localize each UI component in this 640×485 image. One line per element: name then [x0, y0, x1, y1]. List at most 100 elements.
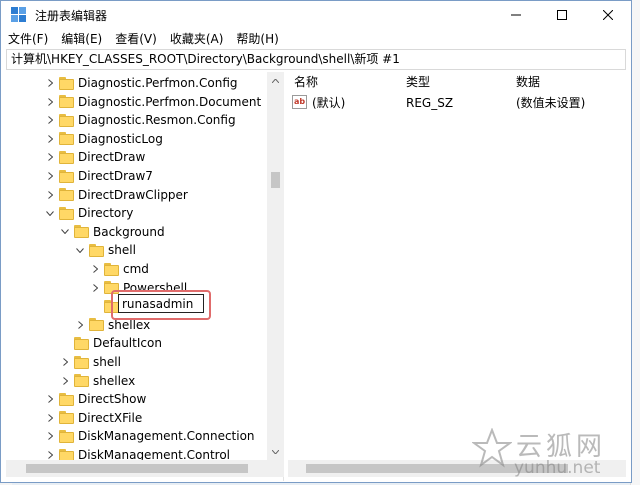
tree-hscroll-thumb[interactable]: [26, 464, 248, 473]
folder-icon: [74, 355, 89, 369]
maximize-icon: [557, 10, 567, 20]
no-expander: [59, 337, 71, 349]
chevron-right-icon[interactable]: [44, 393, 56, 405]
scroll-down-arrow-icon[interactable]: [267, 443, 284, 460]
minimize-button[interactable]: [493, 1, 539, 29]
maximize-button[interactable]: [539, 1, 585, 29]
chevron-right-icon[interactable]: [89, 282, 101, 294]
menu-view[interactable]: 查看(V): [108, 29, 163, 49]
menu-favorites[interactable]: 收藏夹(A): [163, 29, 230, 49]
address-bar[interactable]: 计算机\HKEY_CLASSES_ROOT\Directory\Backgrou…: [6, 49, 626, 70]
tree-item[interactable]: DirectDraw: [44, 148, 145, 166]
tree-item-label: shellex: [93, 373, 136, 388]
tree-item[interactable]: Directory: [44, 204, 133, 222]
folder-icon: [74, 336, 89, 350]
chevron-right-icon[interactable]: [44, 77, 56, 89]
star-logo-icon: [472, 428, 512, 468]
tree-item[interactable]: Diagnostic.Perfmon.Document: [44, 93, 261, 111]
close-button[interactable]: [585, 1, 631, 29]
folder-icon: [59, 429, 74, 443]
folder-icon: [59, 411, 74, 425]
chevron-right-icon[interactable]: [59, 356, 71, 368]
tree-item-label: Background: [93, 224, 165, 239]
key-rename-input[interactable]: [118, 294, 204, 313]
tree-item[interactable]: DirectDraw7: [44, 167, 153, 185]
tree-item[interactable]: DirectShow: [44, 390, 146, 408]
string-value-icon: ab: [292, 95, 307, 109]
tree-vertical-scrollbar[interactable]: [267, 72, 284, 460]
tree-item-label: cmd: [123, 262, 149, 276]
close-icon: [603, 10, 613, 20]
registry-app-icon: [11, 7, 27, 23]
chevron-right-icon[interactable]: [44, 189, 56, 201]
tree-item[interactable]: cmd: [89, 260, 149, 278]
value-name: (默认): [312, 96, 346, 110]
chevron-down-icon[interactable]: [59, 226, 71, 238]
folder-icon: [59, 76, 74, 90]
chevron-right-icon[interactable]: [89, 263, 101, 275]
folder-icon: [59, 150, 74, 164]
folder-icon: [59, 392, 74, 406]
tree-item[interactable]: Background: [59, 223, 165, 241]
title-bar[interactable]: 注册表编辑器: [1, 1, 631, 29]
tree-item[interactable]: DirectXFile: [44, 409, 142, 427]
column-header-name[interactable]: 名称: [294, 72, 318, 92]
watermark-en: yunhu.net: [514, 458, 601, 478]
folder-icon: [89, 318, 104, 332]
tree-item-label: Directory: [78, 206, 134, 221]
chevron-right-icon[interactable]: [44, 114, 56, 126]
folder-icon: [89, 243, 104, 257]
tree-item-label: DiskManagement.Connection: [78, 429, 255, 444]
folder-icon: [59, 113, 74, 127]
chevron-right-icon[interactable]: [44, 430, 56, 442]
chevron-right-icon[interactable]: [44, 170, 56, 182]
tree-item[interactable]: DefaultIcon: [59, 334, 162, 352]
folder-icon: [59, 188, 74, 202]
no-expander: [89, 300, 101, 312]
tree-item-label: Diagnostic.Resmon.Config: [78, 113, 236, 128]
chevron-right-icon[interactable]: [44, 96, 56, 108]
chevron-right-icon[interactable]: [74, 319, 86, 331]
chevron-down-icon[interactable]: [74, 244, 86, 256]
value-data: (数值未设置): [516, 96, 586, 110]
folder-icon: [74, 374, 89, 388]
tree-horizontal-scrollbar[interactable]: [6, 460, 284, 477]
column-header-type[interactable]: 类型: [406, 72, 430, 92]
tree-item-label: DiagnosticLog: [78, 131, 163, 146]
column-header-data[interactable]: 数据: [516, 72, 540, 92]
watermark: 云狐网 yunhu.net: [468, 424, 636, 482]
tree-item[interactable]: shell: [59, 353, 121, 371]
window-controls: [493, 1, 631, 29]
tree-item[interactable]: Diagnostic.Perfmon.Config: [44, 74, 238, 92]
chevron-right-icon[interactable]: [59, 375, 71, 387]
chevron-right-icon[interactable]: [44, 412, 56, 424]
value-row[interactable]: ab (默认) REG_SZ (数值未设置): [288, 94, 626, 112]
menu-file[interactable]: 文件(F): [1, 29, 54, 49]
value-type: REG_SZ: [406, 96, 454, 110]
scroll-up-arrow-icon[interactable]: [267, 72, 284, 89]
folder-icon: [59, 169, 74, 183]
folder-icon: [104, 262, 119, 276]
folder-icon: [59, 206, 74, 220]
window-title: 注册表编辑器: [35, 8, 108, 23]
chevron-down-icon[interactable]: [44, 207, 56, 219]
minimize-icon: [511, 14, 521, 16]
tree-item[interactable]: shell: [74, 241, 136, 259]
chevron-right-icon[interactable]: [44, 133, 56, 145]
tree-item-label: DirectXFile: [78, 410, 143, 425]
tree-item-label: DefaultIcon: [93, 336, 162, 351]
menu-bar: 文件(F) 编辑(E) 查看(V) 收藏夹(A) 帮助(H): [1, 29, 631, 49]
key-tree-pane: Diagnostic.Perfmon.Config Diagnostic.Perf…: [6, 72, 284, 481]
tree-item[interactable]: shellex: [59, 372, 135, 390]
tree-item[interactable]: Diagnostic.Resmon.Config: [44, 111, 236, 129]
tree-item[interactable]: DirectDrawClipper: [44, 186, 188, 204]
chevron-right-icon[interactable]: [44, 151, 56, 163]
tree-item-label: DirectDraw: [78, 150, 146, 165]
tree-item[interactable]: DiskManagement.Connection: [44, 427, 255, 445]
menu-edit[interactable]: 编辑(E): [54, 29, 108, 49]
menu-help[interactable]: 帮助(H): [229, 29, 284, 49]
tree-scroll-thumb[interactable]: [271, 172, 280, 188]
tree-item-label: Diagnostic.Perfmon.Document: [78, 94, 262, 109]
folder-icon: [59, 95, 74, 109]
tree-item[interactable]: DiagnosticLog: [44, 130, 163, 148]
